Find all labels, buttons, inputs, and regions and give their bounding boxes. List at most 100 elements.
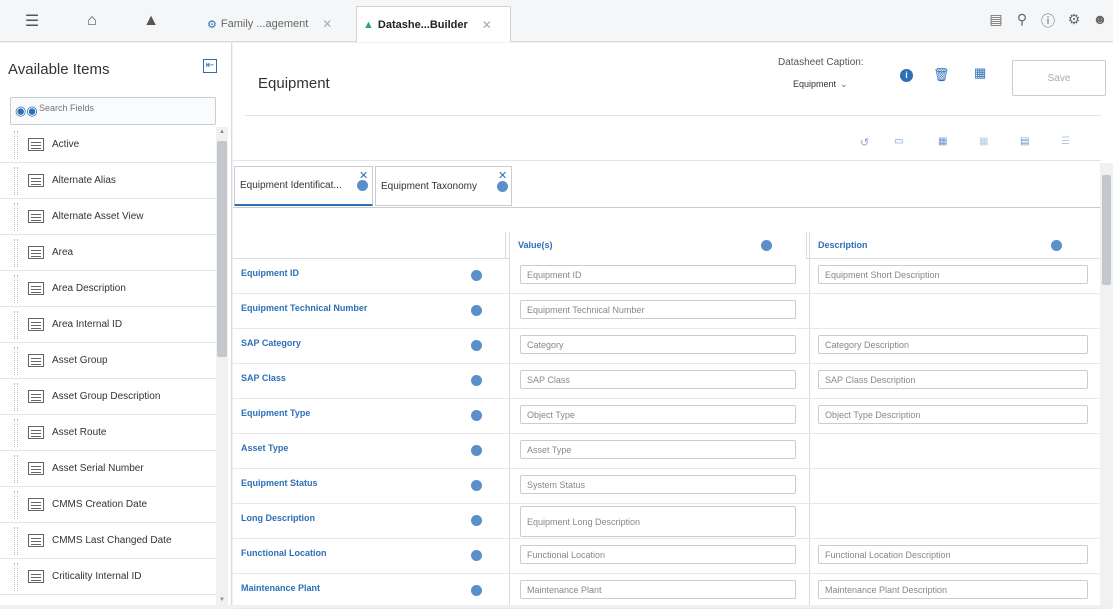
table-row[interactable]: Equipment Status System Status [233, 469, 1099, 504]
value-field[interactable]: Equipment Technical Number [520, 300, 796, 319]
value-field[interactable]: Maintenance Plant [520, 580, 796, 599]
settings-icon[interactable]: ⚙ [1061, 11, 1087, 31]
menu-icon[interactable]: ☰ [20, 9, 44, 33]
table-row[interactable]: Long Description Equipment Long Descript… [233, 504, 1099, 539]
tab-datasheet-builder[interactable]: ▲ Datashe...Builder ✕ [356, 6, 511, 42]
drag-handle-icon[interactable] [14, 166, 18, 195]
value-field[interactable]: Equipment Long Description [520, 506, 796, 537]
delete-icon[interactable]: 🗑 [933, 67, 950, 83]
collapse-panel-icon[interactable]: ⇤ [203, 59, 217, 73]
scroll-up-icon[interactable]: ▲ [219, 129, 225, 135]
list-item[interactable]: Asset Group [0, 343, 216, 379]
list-item[interactable]: Alternate Asset View [0, 199, 216, 235]
table-row[interactable]: Equipment Technical Number Equipment Tec… [233, 294, 1099, 329]
info-icon[interactable]: i [900, 69, 913, 82]
add-datasheet-icon[interactable]: ▦ [974, 65, 986, 81]
globe-icon[interactable] [471, 305, 482, 316]
globe-icon[interactable] [471, 375, 482, 386]
table-row[interactable]: SAP Category Category Category Descripti… [233, 329, 1099, 364]
field-name[interactable]: Equipment Status [241, 478, 318, 488]
table-row[interactable]: SAP Class SAP Class SAP Class Descriptio… [233, 364, 1099, 399]
help-icon[interactable]: ⓘ [1035, 11, 1061, 31]
dashboard-icon[interactable]: ▲ [139, 9, 163, 33]
list-item[interactable]: Asset Route [0, 415, 216, 451]
value-field[interactable]: SAP Class [520, 370, 796, 389]
layout-two-icon[interactable]: ▦ [938, 136, 947, 147]
close-icon[interactable]: ✕ [482, 18, 492, 32]
drag-handle-icon[interactable] [14, 238, 18, 267]
value-field[interactable]: Asset Type [520, 440, 796, 459]
drag-handle-icon[interactable] [14, 382, 18, 411]
globe-icon[interactable] [357, 180, 368, 191]
grid-scrollbar[interactable] [1100, 163, 1113, 605]
description-field[interactable]: Equipment Short Description [818, 265, 1088, 284]
field-name[interactable]: Equipment Technical Number [241, 303, 367, 313]
value-field[interactable]: System Status [520, 475, 796, 494]
globe-icon[interactable] [471, 410, 482, 421]
scrollbar-thumb[interactable] [217, 141, 227, 357]
search-icon[interactable]: ⚲ [1009, 11, 1035, 31]
list-item[interactable]: Criticality Internal ID [0, 559, 216, 595]
drag-handle-icon[interactable] [14, 418, 18, 447]
field-name[interactable]: Equipment ID [241, 268, 299, 278]
value-field[interactable]: Functional Location [520, 545, 796, 564]
layout-list-icon[interactable]: ☰ [1061, 136, 1070, 147]
drag-handle-icon[interactable] [14, 346, 18, 375]
close-icon[interactable]: ✕ [322, 17, 332, 31]
list-item[interactable]: Asset Group Description [0, 379, 216, 415]
description-field[interactable]: Functional Location Description [818, 545, 1088, 564]
field-name[interactable]: Long Description [241, 513, 315, 523]
caption-dropdown[interactable]: Equipment ⌄ [793, 79, 848, 90]
value-field[interactable]: Object Type [520, 405, 796, 424]
description-field[interactable]: Object Type Description [818, 405, 1088, 424]
list-item[interactable]: Area [0, 235, 216, 271]
drag-handle-icon[interactable] [14, 490, 18, 519]
list-item[interactable]: CMMS Creation Date [0, 487, 216, 523]
list-item[interactable]: Active [0, 127, 216, 163]
search-input[interactable] [39, 103, 209, 113]
globe-icon[interactable] [471, 480, 482, 491]
drag-handle-icon[interactable] [14, 562, 18, 591]
scroll-down-icon[interactable]: ▼ [219, 597, 225, 603]
drag-handle-icon[interactable] [14, 454, 18, 483]
field-name[interactable]: Asset Type [241, 443, 288, 453]
save-button[interactable]: Save [1012, 60, 1106, 96]
globe-icon[interactable] [471, 515, 482, 526]
globe-icon[interactable] [471, 340, 482, 351]
clipboard-icon[interactable]: ▤ [983, 11, 1009, 31]
globe-icon[interactable] [497, 180, 508, 192]
field-name[interactable]: SAP Category [241, 338, 301, 348]
tab-equipment-taxonomy[interactable]: Equipment Taxonomy ✕ [375, 166, 512, 206]
field-name[interactable]: Functional Location [241, 548, 327, 558]
description-field[interactable]: Maintenance Plant Description [818, 580, 1088, 599]
list-item[interactable]: CMMS Last Changed Date [0, 523, 216, 559]
layout-one-icon[interactable]: ▭ [894, 136, 903, 147]
table-row[interactable]: Maintenance Plant Maintenance Plant Main… [233, 574, 1099, 609]
user-icon[interactable]: ☻ [1087, 11, 1113, 31]
layout-rows-icon[interactable]: ▤ [1020, 136, 1029, 147]
drag-handle-icon[interactable] [14, 130, 18, 159]
drag-handle-icon[interactable] [14, 526, 18, 555]
drag-handle-icon[interactable] [14, 310, 18, 339]
sidebar-scrollbar[interactable]: ▲ ▼ [216, 127, 228, 605]
table-row[interactable]: Functional Location Functional Location … [233, 539, 1099, 574]
description-field[interactable]: SAP Class Description [818, 370, 1088, 389]
list-item[interactable]: Area Internal ID [0, 307, 216, 343]
globe-icon[interactable] [1051, 240, 1062, 251]
scrollbar-thumb[interactable] [1102, 175, 1111, 285]
drag-handle-icon[interactable] [14, 202, 18, 231]
field-name[interactable]: SAP Class [241, 373, 286, 383]
tab-family-management[interactable]: ⚙ Family ...agement ✕ [201, 6, 351, 42]
table-row[interactable]: Equipment Type Object Type Object Type D… [233, 399, 1099, 434]
globe-icon[interactable] [761, 240, 772, 251]
drag-handle-icon[interactable] [14, 274, 18, 303]
globe-icon[interactable] [471, 550, 482, 561]
undo-icon[interactable]: ↺ [860, 136, 869, 149]
value-field[interactable]: Category [520, 335, 796, 354]
list-item[interactable]: Area Description [0, 271, 216, 307]
value-field[interactable]: Equipment ID [520, 265, 796, 284]
list-item[interactable]: Alternate Alias [0, 163, 216, 199]
description-field[interactable]: Category Description [818, 335, 1088, 354]
home-icon[interactable]: ⌂ [80, 9, 104, 33]
globe-icon[interactable] [471, 445, 482, 456]
